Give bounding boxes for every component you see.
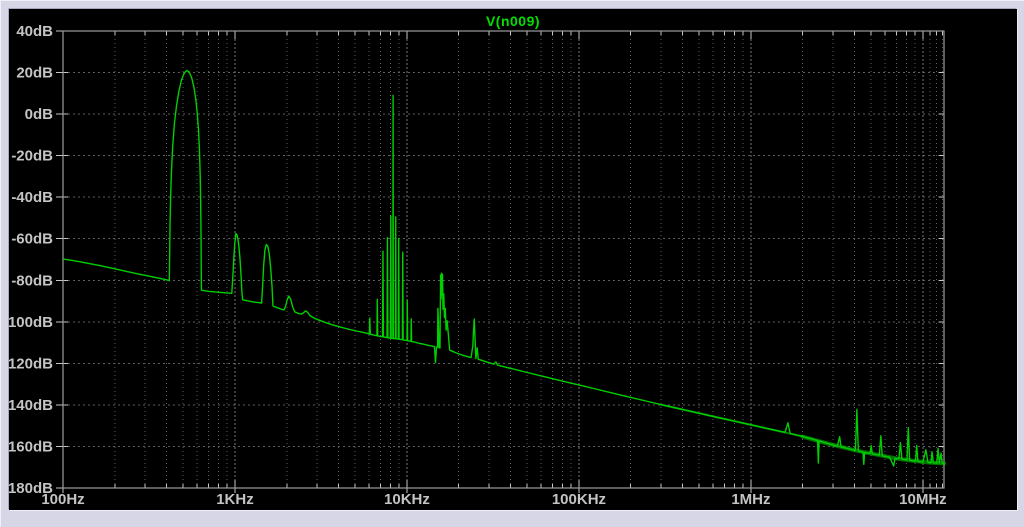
y-axis-label: 0dB [25,106,54,123]
x-axis-label: 1MHz [731,491,770,508]
y-axis-label: -80dB [11,272,53,289]
y-axis-label: -160dB [9,438,53,455]
plot-panel[interactable]: V(n009) 40dB20dB0dB-20dB-40dB-60dB-80dB-… [9,9,1017,510]
y-axis-label: 20dB [16,65,53,82]
x-axis-label: 1KHz [216,491,254,508]
x-axis-label: 100KHz [552,491,606,508]
y-axis-label: -100dB [9,314,53,331]
y-axis-label: -120dB [9,355,53,372]
y-axis-label: -20dB [11,148,53,165]
y-axis-label: -40dB [11,189,53,206]
trace-path[interactable] [63,70,944,466]
x-axis-label: 10MHz [899,491,947,508]
fft-plot[interactable]: 40dB 20dB 0dB -20dB -40dB -60dB -80dB -100dB -12… [9,9,1017,510]
waveform-viewer-window: V(n009) 40dB20dB0dB-20dB-40dB-60dB-80dB-… [0,0,1024,527]
y-axis-label: -140dB [9,397,53,414]
y-axis-label: 40dB [16,23,53,40]
y-axis-label: -60dB [11,231,53,248]
x-axis-label: 10KHz [384,491,430,508]
x-axis-label: 100Hz [41,491,84,508]
